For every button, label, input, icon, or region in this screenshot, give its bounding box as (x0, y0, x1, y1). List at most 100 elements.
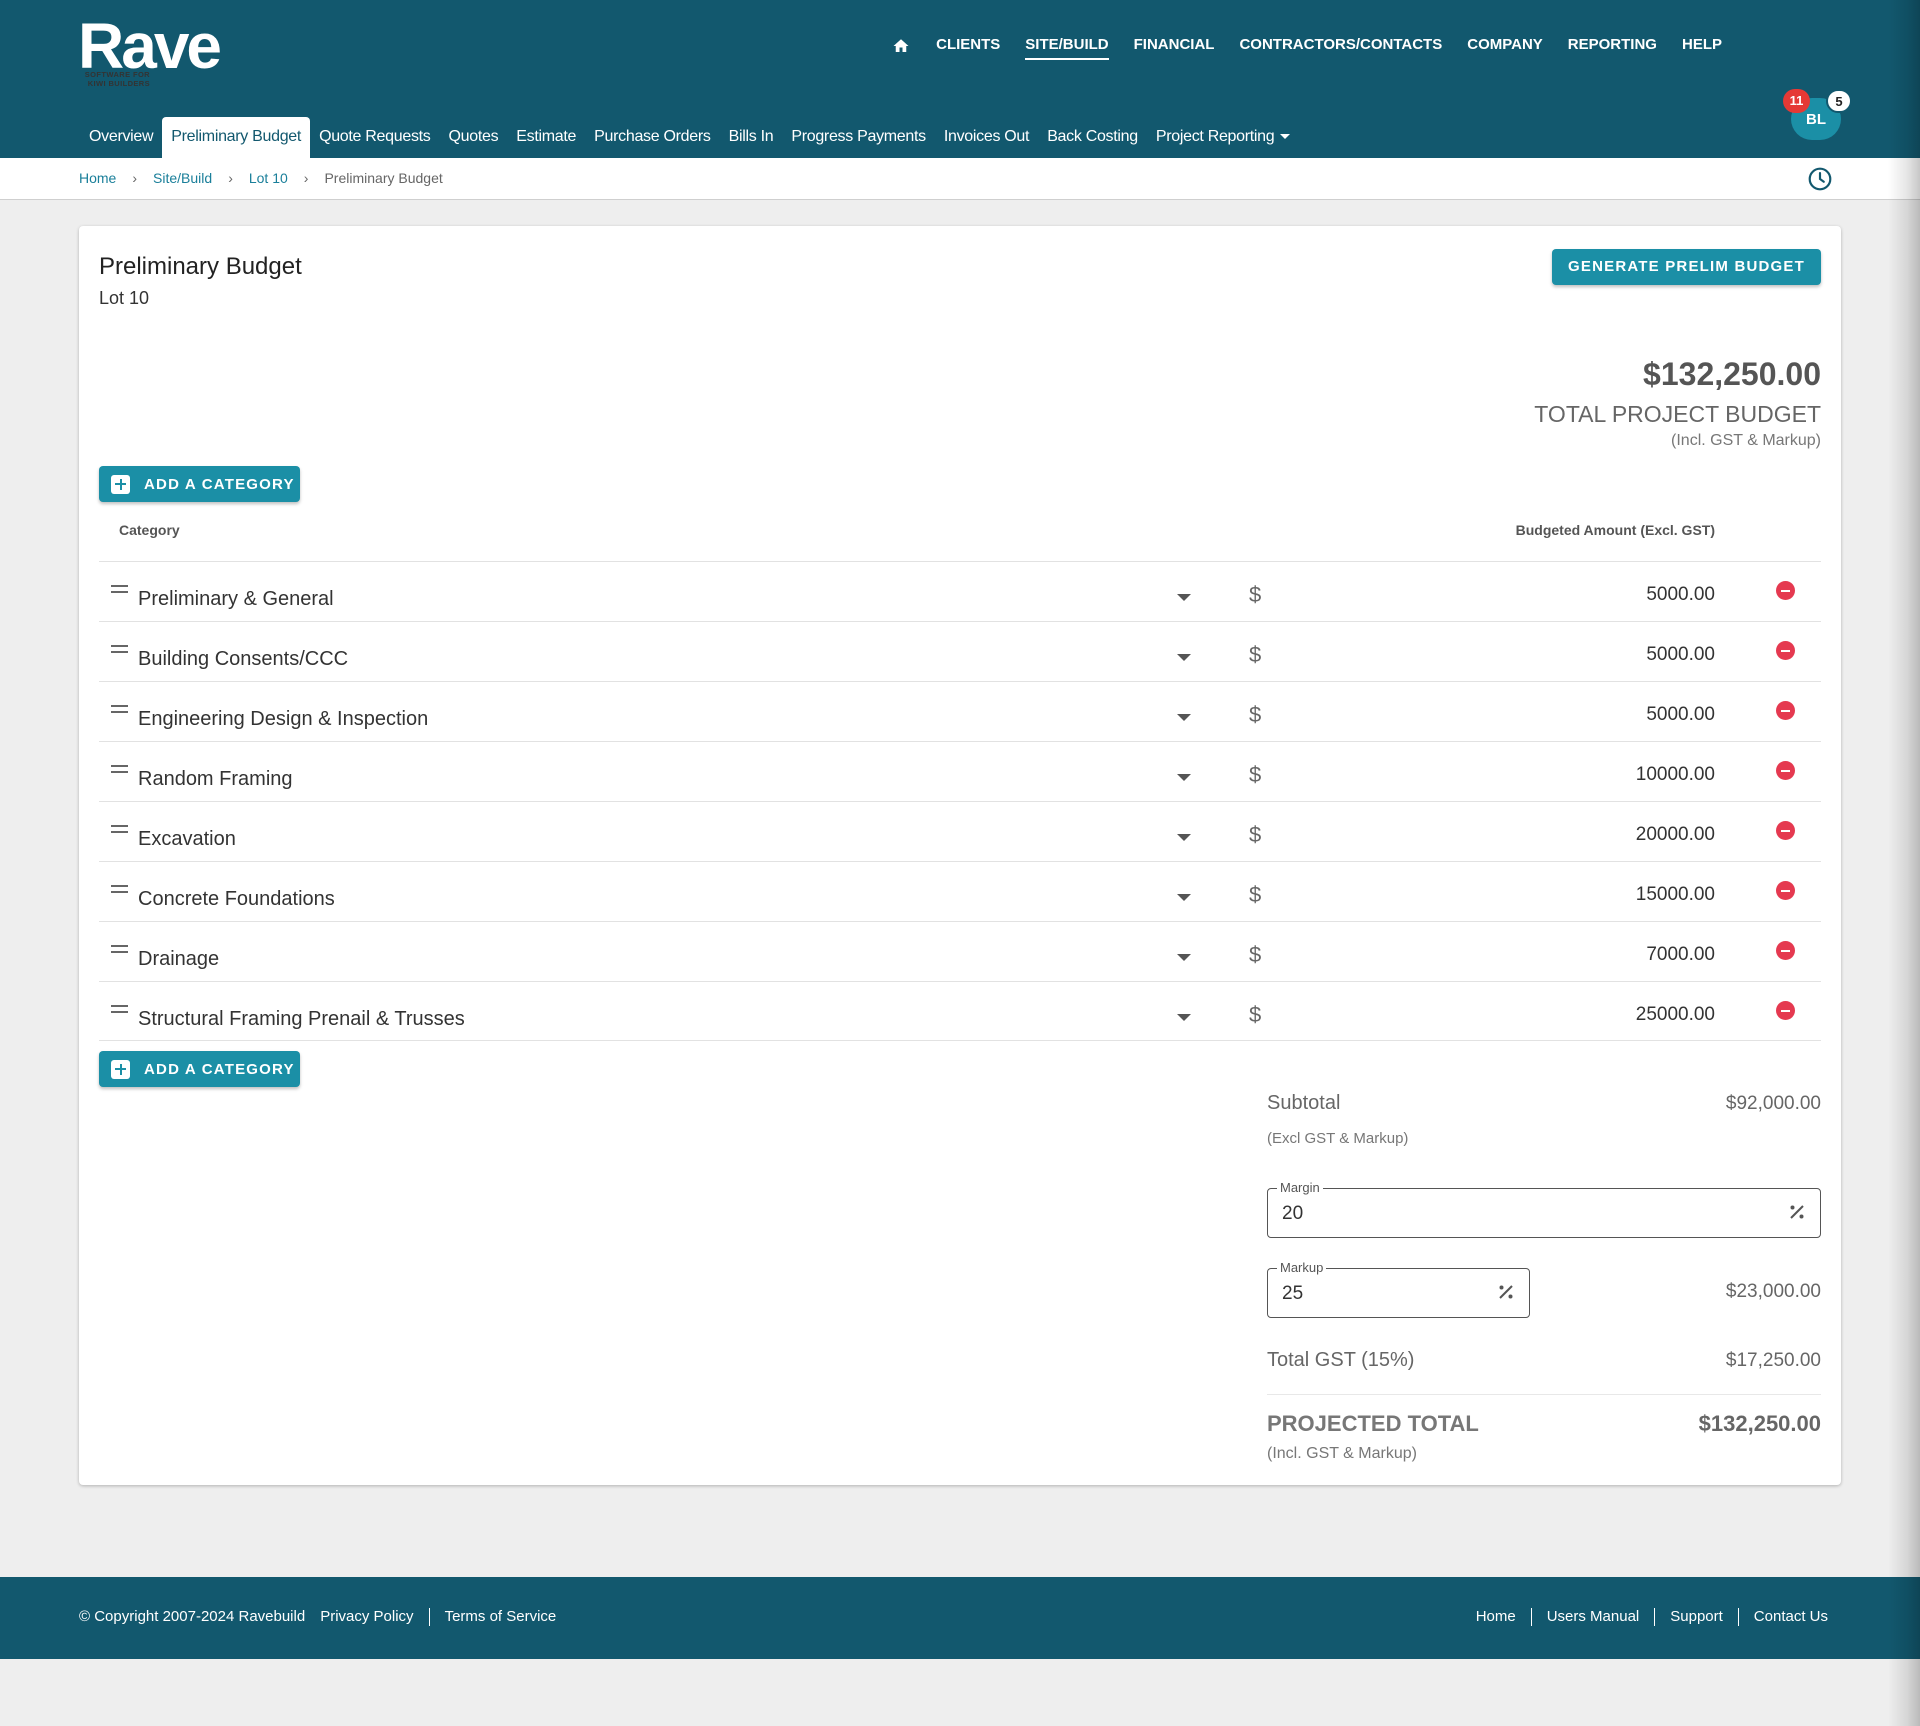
category-select-value[interactable]: Random Framing (138, 768, 293, 791)
drag-handle-icon[interactable] (111, 945, 128, 953)
tab-quotes[interactable]: Quotes (440, 117, 508, 158)
breadcrumb-lot[interactable]: Lot 10 (249, 170, 288, 186)
total-project-budget-label: TOTAL PROJECT BUDGET (1534, 401, 1821, 427)
budget-amount-input[interactable]: 10000.00 (1636, 764, 1715, 786)
nav-reporting[interactable]: REPORTING (1568, 36, 1657, 60)
logo-tagline: SOFTWARE FOR KIWI BUILDERS (78, 70, 150, 88)
dropdown-caret-icon[interactable] (1177, 954, 1191, 961)
nav-company[interactable]: COMPANY (1467, 36, 1543, 60)
notification-badge[interactable]: 11 (1783, 89, 1810, 113)
drag-handle-icon[interactable] (111, 1005, 128, 1013)
projected-total-label: PROJECTED TOTAL (1267, 1411, 1479, 1436)
remove-circle-icon[interactable] (1776, 701, 1795, 720)
footer-users-manual[interactable]: Users Manual (1547, 1608, 1640, 1626)
nav-clients[interactable]: CLIENTS (936, 36, 1000, 60)
tab-overview[interactable]: Overview (80, 117, 162, 158)
message-badge[interactable]: 5 (1826, 89, 1852, 113)
nav-site-build[interactable]: SITE/BUILD (1025, 36, 1109, 60)
add-category-button-top[interactable]: ADD A CATEGORY (99, 466, 300, 502)
remove-circle-icon[interactable] (1776, 941, 1795, 960)
add-category-button-bottom[interactable]: ADD A CATEGORY (99, 1051, 300, 1087)
category-row: Building Consents/CCC $ 5000.00 (99, 621, 1821, 681)
copyright-text: © Copyright 2007-2024 Ravebuild (79, 1608, 306, 1625)
remove-circle-icon[interactable] (1776, 581, 1795, 600)
tab-project-reporting[interactable]: Project Reporting (1147, 117, 1300, 158)
plus-icon (111, 1059, 130, 1079)
tab-bills-in[interactable]: Bills In (720, 117, 783, 158)
remove-circle-icon[interactable] (1776, 1001, 1795, 1020)
footer-left: © Copyright 2007-2024 Ravebuild Privacy … (79, 1608, 556, 1626)
nav-help[interactable]: HELP (1682, 36, 1722, 60)
drag-handle-icon[interactable] (111, 765, 128, 773)
generate-prelim-budget-button[interactable]: GENERATE PRELIM BUDGET (1552, 249, 1821, 285)
tab-invoices-out[interactable]: Invoices Out (935, 117, 1038, 158)
category-select-value[interactable]: Drainage (138, 948, 219, 971)
category-select-value[interactable]: Excavation (138, 828, 236, 851)
budget-amount-input[interactable]: 5000.00 (1646, 644, 1715, 666)
tab-estimate[interactable]: Estimate (507, 117, 585, 158)
footer-privacy-policy[interactable]: Privacy Policy (320, 1608, 413, 1626)
markup-amount: $23,000.00 (1725, 1281, 1821, 1302)
budget-amount-input[interactable]: 5000.00 (1646, 584, 1715, 606)
category-select-value[interactable]: Engineering Design & Inspection (138, 708, 428, 731)
remove-circle-icon[interactable] (1776, 881, 1795, 900)
rave-logo[interactable]: Rave (78, 14, 222, 78)
budget-amount-input[interactable]: 7000.00 (1646, 944, 1715, 966)
breadcrumb-site-build[interactable]: Site/Build (153, 170, 212, 186)
breadcrumb-home[interactable]: Home (79, 170, 116, 186)
dollar-icon: $ (1249, 762, 1262, 787)
dropdown-caret-icon[interactable] (1177, 774, 1191, 781)
dropdown-caret-icon[interactable] (1177, 714, 1191, 721)
category-select-value[interactable]: Concrete Foundations (138, 888, 335, 911)
breadcrumb-separator: › (132, 170, 138, 186)
dropdown-caret-icon[interactable] (1177, 834, 1191, 841)
home-icon[interactable] (891, 37, 911, 55)
category-select-value[interactable]: Structural Framing Prenail & Trusses (138, 1008, 465, 1031)
drag-handle-icon[interactable] (111, 885, 128, 893)
nav-financial[interactable]: FINANCIAL (1134, 36, 1215, 60)
category-row: Engineering Design & Inspection $ 5000.0… (99, 681, 1821, 741)
budget-amount-input[interactable]: 20000.00 (1636, 824, 1715, 846)
markup-input[interactable]: 25 (1282, 1283, 1303, 1305)
percent-icon (1499, 1285, 1513, 1299)
breadcrumb-bar: Home › Site/Build › Lot 10 › Preliminary… (0, 158, 1920, 200)
margin-input[interactable]: 20 (1282, 1203, 1303, 1225)
tab-preliminary-budget[interactable]: Preliminary Budget (162, 117, 311, 158)
nav-contractors-contacts[interactable]: CONTRACTORS/CONTACTS (1239, 36, 1442, 60)
dollar-icon: $ (1249, 1002, 1262, 1027)
footer-terms-of-service[interactable]: Terms of Service (445, 1608, 557, 1626)
category-select-value[interactable]: Preliminary & General (138, 588, 334, 611)
tab-quote-requests[interactable]: Quote Requests (310, 117, 439, 158)
dropdown-caret-icon[interactable] (1177, 894, 1191, 901)
dollar-icon: $ (1249, 702, 1262, 727)
app-header: Rave SOFTWARE FOR KIWI BUILDERS CLIENTS … (0, 0, 1920, 158)
tab-back-costing[interactable]: Back Costing (1038, 117, 1147, 158)
footer-contact-us[interactable]: Contact Us (1754, 1608, 1828, 1626)
footer-support[interactable]: Support (1670, 1608, 1723, 1626)
remove-circle-icon[interactable] (1776, 641, 1795, 660)
budget-amount-input[interactable]: 25000.00 (1636, 1004, 1715, 1026)
drag-handle-icon[interactable] (111, 825, 128, 833)
dropdown-caret-icon[interactable] (1177, 594, 1191, 601)
drag-handle-icon[interactable] (111, 645, 128, 653)
budget-amount-input[interactable]: 15000.00 (1636, 884, 1715, 906)
drag-handle-icon[interactable] (111, 705, 128, 713)
footer-home[interactable]: Home (1476, 1608, 1516, 1626)
column-header-budgeted-amount: Budgeted Amount (Excl. GST) (1515, 522, 1715, 538)
budget-amount-input[interactable]: 5000.00 (1646, 704, 1715, 726)
history-clock-icon[interactable] (1807, 166, 1833, 192)
dropdown-caret-icon[interactable] (1177, 1014, 1191, 1021)
footer-right: Home Users Manual Support Contact Us (1476, 1608, 1828, 1626)
remove-circle-icon[interactable] (1776, 761, 1795, 780)
markup-field[interactable]: Markup 25 (1267, 1260, 1530, 1318)
category-select-value[interactable]: Building Consents/CCC (138, 648, 348, 671)
drag-handle-icon[interactable] (111, 585, 128, 593)
chevron-down-icon (1280, 134, 1291, 140)
add-category-label: ADD A CATEGORY (144, 475, 295, 493)
dropdown-caret-icon[interactable] (1177, 654, 1191, 661)
margin-field[interactable]: Margin 20 (1267, 1180, 1821, 1238)
footer-divider (1530, 1608, 1532, 1626)
tab-progress-payments[interactable]: Progress Payments (782, 117, 935, 158)
remove-circle-icon[interactable] (1776, 821, 1795, 840)
tab-purchase-orders[interactable]: Purchase Orders (585, 117, 719, 158)
